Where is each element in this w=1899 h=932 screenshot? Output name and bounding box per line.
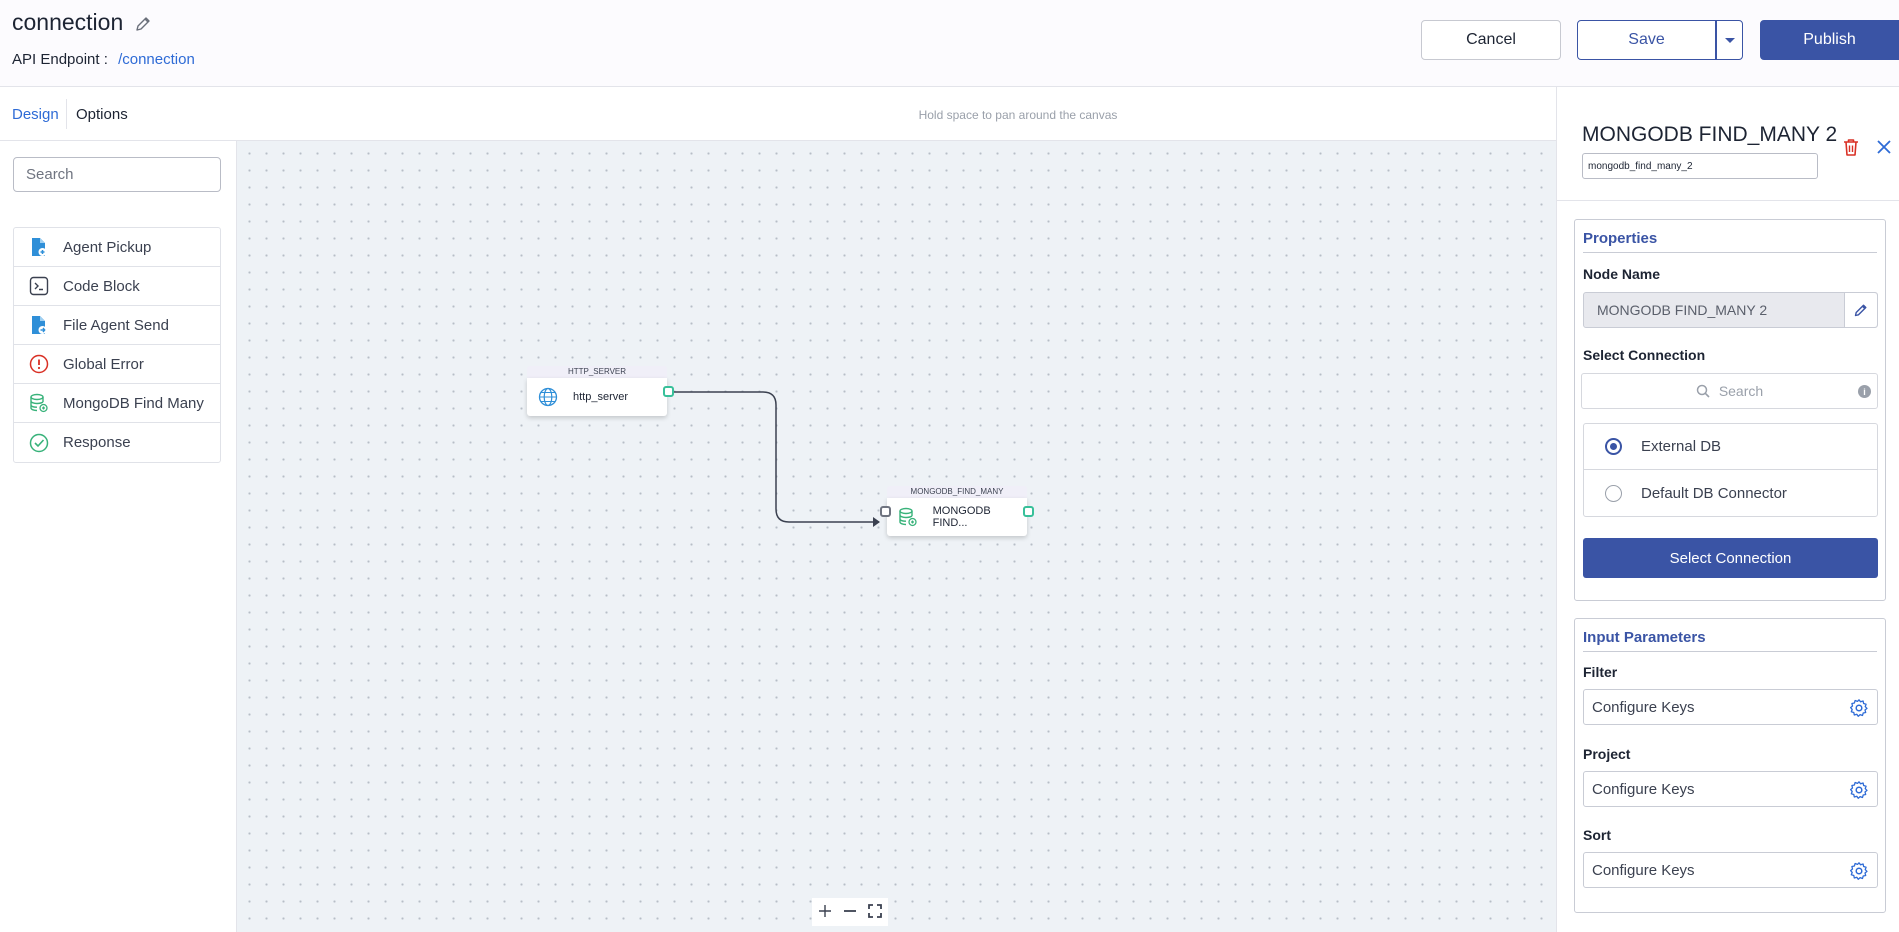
radio-default-db-connector[interactable]: Default DB Connector — [1584, 470, 1877, 516]
node-mongodb-find-many[interactable]: MONGODB_FIND_MANY MONGODB FIND... — [887, 486, 1027, 536]
palette-list: Agent Pickup Code Block File Agent Send … — [13, 227, 221, 463]
mongodb-icon — [897, 506, 919, 528]
connection-search-placeholder: Search — [1718, 383, 1764, 399]
search-icon — [1696, 384, 1710, 398]
node-label: MONGODB FIND... — [932, 505, 991, 529]
input-parameters-card: Input Parameters Filter Configure Keys P… — [1574, 618, 1886, 913]
gear-icon[interactable] — [1849, 698, 1869, 718]
editor-tabs-bar: Design Options Hold space to pan around … — [0, 87, 1556, 141]
api-endpoint-path[interactable]: /connection — [118, 51, 195, 68]
sort-value: Configure Keys — [1592, 861, 1695, 879]
global-error-icon — [29, 354, 49, 374]
page-title: connection — [12, 9, 124, 35]
select-connection-button[interactable]: Select Connection — [1583, 538, 1878, 578]
node-id-input[interactable]: mongodb_find_many_2 — [1582, 153, 1818, 179]
close-panel-icon[interactable] — [1875, 138, 1893, 156]
node-label: http_server — [573, 391, 629, 403]
zoom-in-icon[interactable] — [818, 902, 832, 923]
select-connection-label: Select Connection — [1583, 347, 1706, 363]
sort-configure-field[interactable]: Configure Keys — [1583, 852, 1878, 888]
palette-item-global-error[interactable]: Global Error — [14, 345, 220, 384]
mongodb-output-port[interactable] — [1023, 506, 1034, 517]
filter-label: Filter — [1583, 664, 1618, 680]
file-agent-send-icon — [29, 315, 49, 335]
info-icon[interactable]: i — [1858, 385, 1871, 398]
palette-item-label: MongoDB Find Many — [63, 394, 204, 412]
palette-item-label: File Agent Send — [63, 316, 169, 334]
save-button[interactable]: Save — [1577, 20, 1716, 60]
canvas-zoom-controls — [812, 898, 888, 926]
code-block-icon — [29, 276, 49, 296]
palette-item-code-block[interactable]: Code Block — [14, 267, 220, 306]
http-server-output-port[interactable] — [663, 386, 674, 397]
top-header: connection API Endpoint : /connection Ca… — [0, 0, 1899, 87]
palette-item-response[interactable]: Response — [14, 423, 220, 462]
db-connection-type-radio-group: External DB Default DB Connector — [1583, 423, 1878, 517]
palette-item-agent-pickup[interactable]: Agent Pickup — [14, 228, 220, 267]
fit-view-icon[interactable] — [868, 902, 883, 923]
input-parameters-heading: Input Parameters — [1583, 629, 1877, 652]
panel-divider — [1557, 200, 1899, 201]
node-type-label: MONGODB_FIND_MANY — [887, 486, 1027, 498]
gear-icon[interactable] — [1849, 780, 1869, 800]
canvas-pan-hint: Hold space to pan around the canvas — [918, 108, 1118, 122]
radio-label: Default DB Connector — [1641, 484, 1787, 502]
edge-arrowhead — [873, 517, 880, 527]
node-name-label: Node Name — [1583, 266, 1661, 282]
palette-item-label: Global Error — [63, 355, 144, 373]
project-configure-field[interactable]: Configure Keys — [1583, 771, 1878, 807]
save-options-dropdown[interactable] — [1716, 20, 1743, 60]
delete-node-trash-icon[interactable] — [1840, 136, 1862, 158]
gear-icon[interactable] — [1849, 861, 1869, 881]
node-name-value: MONGODB FIND_MANY 2 — [1597, 302, 1768, 318]
connection-edges — [673, 391, 880, 527]
palette-item-label: Response — [63, 434, 131, 451]
agent-pickup-icon — [29, 237, 49, 257]
caret-down-icon — [1724, 37, 1735, 43]
response-icon — [29, 433, 49, 453]
node-body: MONGODB FIND... — [887, 498, 1027, 536]
mongodb-input-port[interactable] — [880, 506, 891, 517]
node-palette: Search Agent Pickup Code Block File Agen… — [0, 141, 237, 932]
edit-node-name-icon[interactable] — [1844, 293, 1877, 327]
page-title-wrap: connection — [12, 9, 153, 36]
publish-button[interactable]: Publish — [1760, 20, 1899, 60]
node-http-server[interactable]: HTTP_SERVER http_server — [527, 366, 667, 416]
palette-item-file-agent-send[interactable]: File Agent Send — [14, 306, 220, 345]
project-value: Configure Keys — [1592, 780, 1695, 798]
globe-icon — [537, 386, 559, 408]
radio-label: External DB — [1641, 438, 1722, 455]
flow-canvas[interactable]: HTTP_SERVER http_server MONGODB_FIND_MAN… — [237, 141, 1556, 932]
palette-search-input[interactable]: Search — [13, 157, 221, 192]
api-endpoint: API Endpoint : /connection — [12, 51, 195, 68]
properties-heading: Properties — [1583, 230, 1877, 253]
connection-search-input[interactable]: Search i — [1581, 373, 1878, 409]
node-name-field: MONGODB FIND_MANY 2 — [1583, 292, 1878, 328]
radio-external-db[interactable]: External DB — [1584, 424, 1877, 470]
node-properties-panel: MONGODB FIND_MANY 2 mongodb_find_many_2 … — [1556, 87, 1899, 932]
project-label: Project — [1583, 746, 1631, 762]
filter-configure-field[interactable]: Configure Keys — [1583, 689, 1878, 725]
radio-button-selected[interactable] — [1605, 438, 1622, 455]
mongodb-icon — [29, 393, 49, 413]
cancel-button[interactable]: Cancel — [1421, 20, 1561, 60]
palette-item-mongodb-find-many[interactable]: MongoDB Find Many — [14, 384, 220, 423]
api-endpoint-label: API Endpoint : — [12, 51, 108, 68]
sort-label: Sort — [1583, 827, 1611, 843]
edge-http-to-mongodb — [673, 391, 879, 523]
properties-card: Properties Node Name MONGODB FIND_MANY 2… — [1574, 219, 1886, 601]
edit-title-pencil-icon[interactable] — [133, 13, 153, 33]
node-type-label: HTTP_SERVER — [527, 366, 667, 378]
palette-item-label: Agent Pickup — [63, 238, 152, 256]
node-body: http_server — [527, 378, 667, 416]
radio-button[interactable] — [1605, 484, 1622, 502]
palette-item-label: Code Block — [63, 277, 140, 295]
filter-value: Configure Keys — [1592, 698, 1695, 716]
panel-node-title: MONGODB FIND_MANY 2 — [1582, 123, 1838, 146]
zoom-out-icon[interactable] — [843, 902, 857, 923]
